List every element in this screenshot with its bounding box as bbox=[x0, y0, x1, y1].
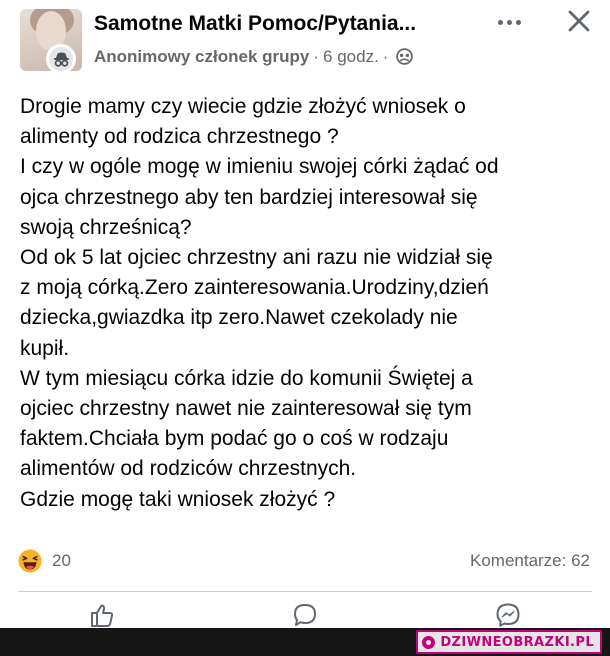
post-actions-bar bbox=[0, 598, 610, 628]
post-text-line: alimentów od rodziców chrzestnych. bbox=[20, 457, 357, 481]
watermark-icon bbox=[422, 635, 436, 649]
post-text-line: ojciec chrzestny nawet nie zainteresował… bbox=[20, 397, 472, 421]
post-text-line: faktem.Chciała bym podać go o coś w rodz… bbox=[20, 427, 449, 451]
like-icon[interactable] bbox=[89, 602, 115, 628]
post-text-line: ojca chrzestnego aby ten bardziej intere… bbox=[20, 185, 478, 209]
post-text-line: Drogie mamy czy wiecie gdzie złożyć wnio… bbox=[20, 95, 466, 118]
group-name-link[interactable]: Samotne Matki Pomoc/Pytania... bbox=[94, 12, 416, 36]
comments-count-link[interactable]: Komentarze: 62 bbox=[470, 551, 590, 571]
post-text-line: z moją córką.Zero zainteresowania.Urodzi… bbox=[20, 276, 489, 300]
watermark-text: DZIWNEOBRAZKI.PL bbox=[440, 634, 594, 650]
facebook-post: Samotne Matki Pomoc/Pytania... Anonimowy… bbox=[0, 0, 610, 628]
post-text-line: Od ok 5 lat ojciec chrzestny ani razu ni… bbox=[20, 246, 493, 270]
post-meta: Anonimowy członek grupy · 6 godz. · bbox=[94, 47, 414, 70]
post-text-line: dziecka,gwiazdka itp zero.Nawet czekolad… bbox=[20, 306, 458, 330]
haha-reaction-icon bbox=[18, 549, 42, 573]
group-audience-icon bbox=[396, 48, 414, 70]
meta-separator: · bbox=[382, 47, 389, 66]
post-text-line: W tym miesiącu córka idzie do komunii Św… bbox=[20, 366, 473, 390]
post-text-line: alimenty od rodzica chrzestnego ? bbox=[20, 125, 339, 149]
post-text-line: kupił. bbox=[20, 336, 70, 360]
more-options-icon[interactable] bbox=[496, 14, 524, 30]
post-time[interactable]: 6 godz. bbox=[323, 47, 379, 66]
reaction-count: 20 bbox=[52, 551, 71, 570]
post-text-line: I czy w ogóle mogę w imieniu swojej córk… bbox=[20, 155, 499, 179]
post-header: Samotne Matki Pomoc/Pytania... Anonimowy… bbox=[0, 0, 610, 78]
watermark-bar: DZIWNEOBRAZKI.PL bbox=[0, 628, 610, 656]
meta-separator: · bbox=[313, 47, 320, 66]
post-text-line: Gdzie mogę taki wniosek złożyć ? bbox=[20, 487, 336, 511]
messenger-icon[interactable] bbox=[495, 602, 521, 628]
close-icon[interactable] bbox=[566, 8, 592, 34]
author-name[interactable]: Anonimowy członek grupy bbox=[94, 47, 309, 66]
anonymous-member-icon bbox=[46, 44, 76, 74]
watermark-logo: DZIWNEOBRAZKI.PL bbox=[416, 630, 602, 654]
post-text-line: swoją chrześnicą? bbox=[20, 215, 192, 239]
post-text: Drogie mamy czy wiecie gdzie złożyć wnio… bbox=[20, 92, 598, 515]
divider bbox=[18, 591, 592, 592]
comment-icon[interactable] bbox=[292, 602, 318, 628]
